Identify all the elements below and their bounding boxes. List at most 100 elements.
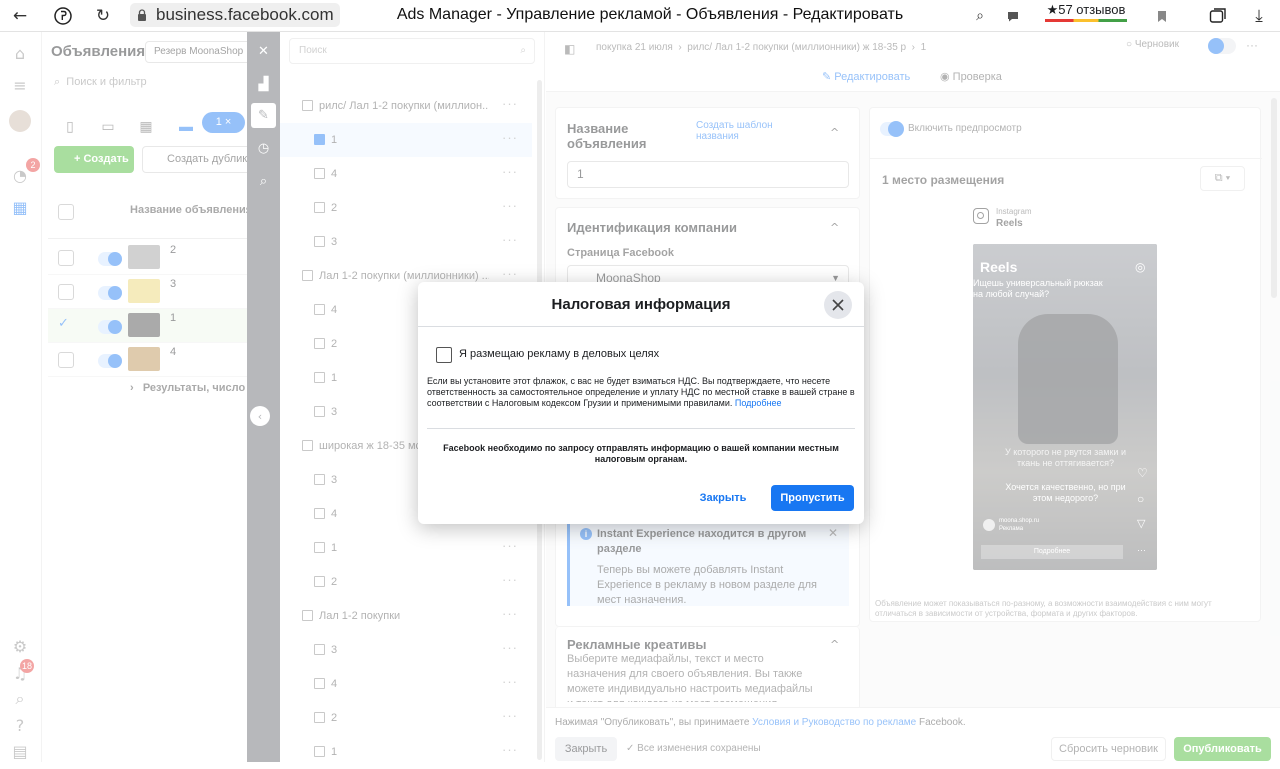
learn-more-link[interactable]: Подробнее <box>735 398 782 408</box>
sidebar-toggle-icon[interactable]: ◧ <box>564 42 575 56</box>
table-row[interactable]: 4 <box>48 343 248 377</box>
more-icon[interactable]: ··· <box>502 674 518 689</box>
close-icon[interactable]: ✕ <box>251 39 276 64</box>
collapse-icon[interactable]: ‹ <box>250 406 270 426</box>
ad-name[interactable]: 3 <box>170 278 176 290</box>
publish-button[interactable]: Опубликовать <box>1174 737 1271 761</box>
ad-toggle[interactable] <box>98 320 122 334</box>
download-icon[interactable]: ⤓ <box>1247 4 1271 28</box>
search-icon[interactable]: ⌕ <box>9 688 31 710</box>
tree-ad-item[interactable]: 3 ··· <box>280 225 532 259</box>
terms-link[interactable]: Условия и Руководство по рекламе <box>752 717 916 728</box>
row-checkbox[interactable] <box>58 284 74 300</box>
tree-ad-item[interactable]: 1 ··· <box>280 123 532 157</box>
collections-icon[interactable] <box>1206 4 1230 28</box>
tree-adset-item[interactable]: Лал 1-2 покупки ··· <box>280 599 532 633</box>
yandex-icon[interactable] <box>51 4 75 28</box>
more-icon[interactable]: ··· <box>502 130 518 145</box>
open-preview-button[interactable]: ⧉ ▾ <box>1200 166 1245 191</box>
avatar[interactable] <box>9 110 31 132</box>
editor-scrollbar[interactable] <box>1271 98 1277 298</box>
ad-toggle[interactable] <box>98 252 122 266</box>
ads-manager-icon[interactable]: ▦ <box>9 196 31 218</box>
row-checkbox[interactable] <box>58 352 74 368</box>
reload-icon[interactable]: ↻ <box>91 4 115 28</box>
zoom-icon[interactable]: ⌕ <box>251 169 276 194</box>
ad-toggle[interactable] <box>98 354 122 368</box>
preview-toggle[interactable] <box>880 121 904 137</box>
help-icon[interactable]: ? <box>9 714 31 736</box>
tree-ad-item[interactable]: 2 ··· <box>280 565 532 599</box>
edit-icon[interactable]: ✎ <box>251 103 276 128</box>
create-name-template-link[interactable]: Создать шаблон названия <box>696 120 806 142</box>
more-icon[interactable]: ··· <box>1246 38 1258 52</box>
ad-toggle[interactable] <box>98 286 122 300</box>
checkbox-label[interactable]: Я размещаю рекламу в деловых целях <box>459 348 659 360</box>
row-checked-icon[interactable]: ✓ <box>58 316 69 331</box>
table-row[interactable]: 2 <box>48 241 248 275</box>
preview-mode-toggle[interactable] <box>1208 38 1236 54</box>
search-page-icon[interactable]: ⌕ <box>968 4 992 28</box>
reset-draft-button[interactable]: Сбросить черновик <box>1051 737 1166 761</box>
tab-review[interactable]: ◉ Проверка <box>940 70 1002 83</box>
reel-cta-button[interactable]: Подробнее <box>981 545 1123 559</box>
history-icon[interactable]: ◷ <box>251 136 276 161</box>
footer-close-button[interactable]: Закрыть <box>555 737 617 761</box>
tree-search-input[interactable]: Поиск ⌕ <box>289 38 535 64</box>
breadcrumb-adset[interactable]: рилс/ Лал 1-2 покупки (миллионники) ж 18… <box>687 42 906 53</box>
reports-icon[interactable]: ▤ <box>9 740 31 762</box>
business-purpose-checkbox[interactable] <box>436 347 452 363</box>
more-icon[interactable]: ··· <box>502 198 518 213</box>
chevron-up-icon[interactable]: ^ <box>830 638 839 651</box>
more-icon[interactable]: ··· <box>502 232 518 247</box>
breadcrumb-ad[interactable]: 1 <box>921 42 927 53</box>
ad-name-input[interactable]: 1 <box>567 161 849 188</box>
ad-name[interactable]: 4 <box>170 346 176 358</box>
tree-ad-item[interactable]: 3 ··· <box>280 633 532 667</box>
more-icon[interactable]: ··· <box>502 96 518 111</box>
tree-ad-item[interactable]: 1 ··· <box>280 531 532 565</box>
row-checkbox[interactable] <box>58 250 74 266</box>
grid-icon[interactable]: ▦ <box>132 112 160 140</box>
menu-icon[interactable]: ≡ <box>9 74 31 96</box>
tree-ad-item[interactable]: 2 ··· <box>280 701 532 735</box>
chevron-up-icon[interactable]: ^ <box>830 126 839 139</box>
more-icon[interactable]: ··· <box>502 606 518 621</box>
more-icon[interactable]: ··· <box>502 640 518 655</box>
chart-icon[interactable]: ▟ <box>251 72 276 97</box>
more-icon[interactable]: ··· <box>502 164 518 179</box>
close-button[interactable]: Закрыть <box>688 485 758 511</box>
more-icon[interactable]: ··· <box>502 572 518 587</box>
table-row[interactable]: ✓ 1 <box>48 309 248 343</box>
ad-name[interactable]: 1 <box>170 312 176 324</box>
reviews-widget[interactable]: ★57 отзывов <box>1041 1 1131 25</box>
chevron-up-icon[interactable]: ^ <box>830 221 839 234</box>
dialog-close-button[interactable] <box>824 291 852 319</box>
duplicate-button[interactable]: Создать дубликат <box>142 146 252 173</box>
tree-ad-item[interactable]: 2 ··· <box>280 191 532 225</box>
more-icon[interactable]: ··· <box>502 266 518 281</box>
tab-edit[interactable]: ✎ Редактировать <box>822 70 910 83</box>
tree-adset-item[interactable]: рилс/ Лал 1-2 покупки (миллион... ··· <box>280 89 532 123</box>
tree-ad-item[interactable]: 4 ··· <box>280 157 532 191</box>
selected-chip[interactable]: 1 × <box>202 112 245 133</box>
breadcrumb-campaign[interactable]: покупка 21 июля <box>596 42 673 53</box>
skip-button[interactable]: Пропустить <box>771 485 854 511</box>
more-icon[interactable]: ··· <box>502 742 518 757</box>
ad-name[interactable]: 2 <box>170 244 176 256</box>
ads-tab-icon[interactable]: ▬ <box>172 112 200 140</box>
search-filter-input[interactable]: ⌕ Поиск и фильтр <box>54 76 147 89</box>
address-bar[interactable]: business.facebook.com <box>130 3 340 27</box>
settings-icon[interactable]: ⚙ <box>9 635 31 657</box>
chat-icon[interactable] <box>1001 4 1025 28</box>
tree-ad-item[interactable]: 4 ··· <box>280 667 532 701</box>
results-row[interactable]: › Результаты, число <box>130 382 245 394</box>
close-icon[interactable]: ✕ <box>828 526 838 540</box>
more-icon[interactable]: ··· <box>502 708 518 723</box>
bookmark-icon[interactable] <box>1150 4 1174 28</box>
clipboard-icon[interactable]: ▯ <box>56 112 84 140</box>
select-all-checkbox[interactable] <box>58 204 74 220</box>
more-icon[interactable]: ··· <box>502 538 518 553</box>
tree-ad-item[interactable]: 1 ··· <box>280 735 532 769</box>
folder-icon[interactable]: ▭ <box>94 112 122 140</box>
